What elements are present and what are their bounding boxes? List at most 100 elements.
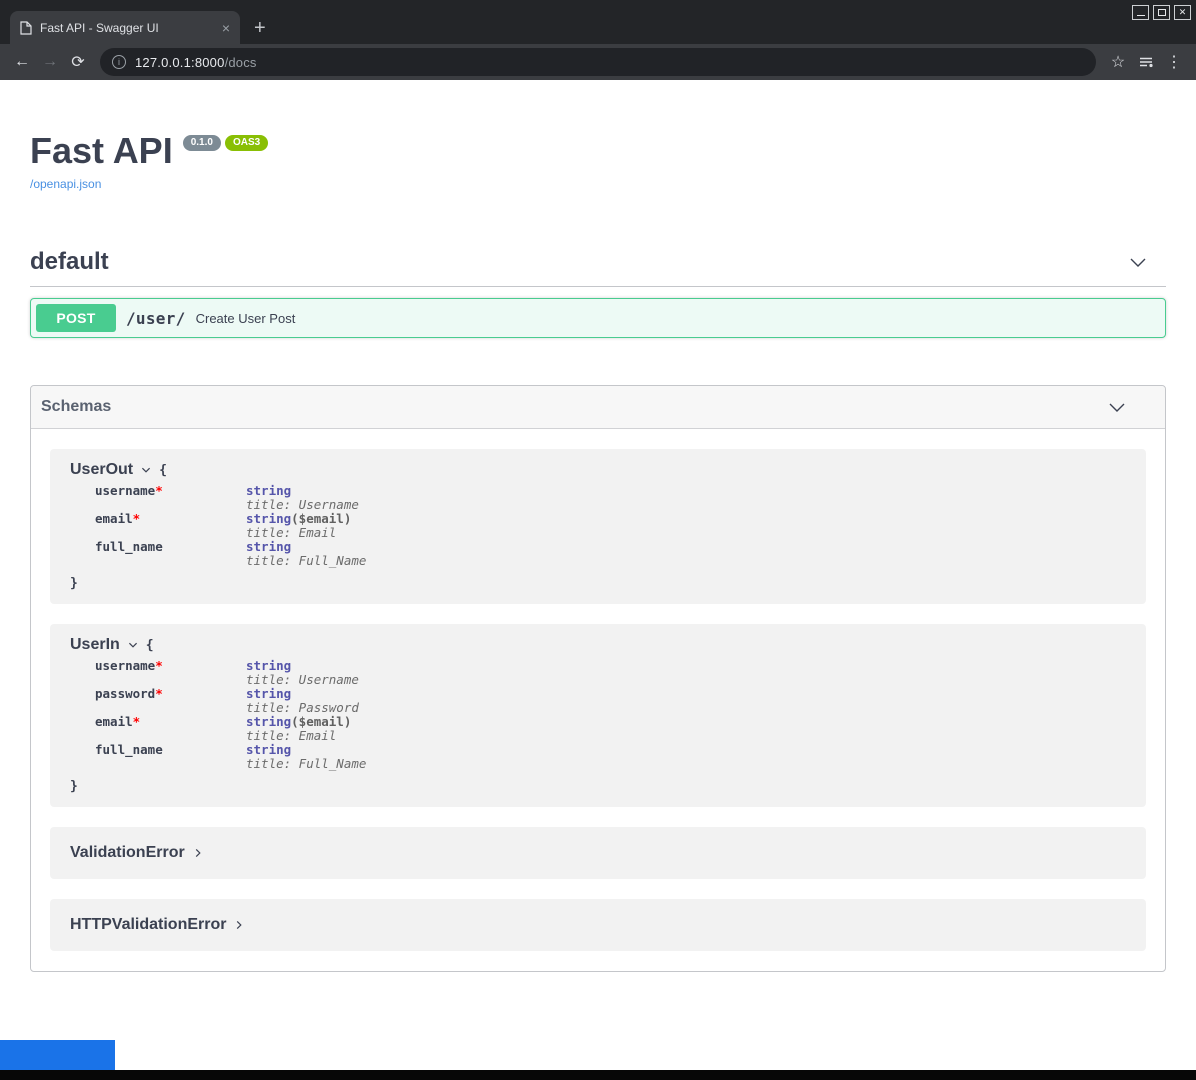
title-badges: 0.1.0 OAS3 — [183, 135, 268, 151]
property-desc-cell: string($email) title: Email — [246, 512, 366, 540]
tag-section-default: default POST /user/ Create User Post — [30, 248, 1166, 338]
chevron-right-icon[interactable] — [192, 847, 204, 859]
close-button[interactable]: ✕ — [1174, 5, 1191, 20]
property-name: email — [95, 511, 133, 526]
property-title: title: Email — [246, 526, 366, 540]
model-userin: UserIn { username* string title: Usernam… — [50, 624, 1146, 807]
chevron-down-icon[interactable] — [127, 639, 139, 651]
url-address-bar[interactable]: i 127.0.0.1:8000/docs — [100, 48, 1096, 76]
model-userout-toggle[interactable]: UserOut { — [70, 461, 1126, 479]
minimize-icon — [1137, 15, 1145, 16]
maximize-button[interactable] — [1153, 5, 1170, 20]
openapi-spec-link[interactable]: /openapi.json — [30, 177, 101, 191]
chevron-down-icon[interactable] — [140, 464, 152, 476]
api-title-text: Fast API — [30, 133, 173, 169]
forward-icon: → — [36, 48, 64, 76]
tag-title: default — [30, 248, 109, 276]
property-type: string — [246, 511, 291, 526]
property-row: username* string title: Username — [95, 484, 366, 512]
url-text: 127.0.0.1:8000/docs — [135, 55, 257, 70]
property-type: string — [246, 658, 291, 673]
property-type: string — [246, 714, 291, 729]
swagger-ui: Fast API 0.1.0 OAS3 /openapi.json defaul… — [0, 80, 1196, 972]
browser-menu-icon[interactable]: ⋮ — [1160, 48, 1188, 76]
property-name: full_name — [95, 742, 163, 757]
property-format: ($email) — [291, 511, 351, 526]
property-title: title: Username — [246, 673, 366, 687]
required-star: * — [155, 658, 163, 673]
property-row: full_name string title: Full_Name — [95, 743, 366, 771]
url-path: /docs — [225, 55, 257, 70]
property-title: title: Full_Name — [246, 757, 366, 771]
property-row: username* string title: Username — [95, 659, 366, 687]
model-properties: username* string title: Username passwor… — [95, 659, 366, 771]
model-httpvalidationerror-toggle[interactable]: HTTPValidationError — [70, 916, 1126, 934]
property-row: full_name string title: Full_Name — [95, 540, 366, 568]
operation-post-user[interactable]: POST /user/ Create User Post — [30, 298, 1166, 338]
property-title: title: Email — [246, 729, 366, 743]
site-info-icon[interactable]: i — [112, 55, 126, 69]
reload-icon[interactable]: ⟳ — [64, 48, 92, 76]
required-star: * — [155, 686, 163, 701]
operation-path: /user/ — [126, 309, 186, 328]
property-format: ($email) — [291, 714, 351, 729]
chevron-down-icon[interactable] — [1107, 397, 1127, 417]
back-icon[interactable]: ← — [8, 48, 36, 76]
property-name: username — [95, 658, 155, 673]
reading-list-icon[interactable] — [1132, 48, 1160, 76]
method-badge: POST — [36, 304, 116, 332]
maximize-icon — [1158, 9, 1166, 16]
model-httpvalidationerror: HTTPValidationError — [50, 899, 1146, 951]
browser-window: ✕ Fast API - Swagger UI × + ← → ⟳ i 127.… — [0, 0, 1196, 1080]
model-properties: username* string title: Username email* … — [95, 484, 366, 568]
model-validationerror-toggle[interactable]: ValidationError — [70, 844, 1126, 862]
schemas-body: UserOut { username* string title: Userna… — [31, 429, 1165, 971]
property-name-cell: username* — [95, 659, 246, 687]
property-title: title: Password — [246, 701, 366, 715]
page-content: Fast API 0.1.0 OAS3 /openapi.json defaul… — [0, 80, 1196, 1070]
required-star: * — [133, 714, 141, 729]
window-titlebar: ✕ Fast API - Swagger UI × + — [0, 0, 1196, 44]
chevron-right-icon[interactable] — [233, 919, 245, 931]
new-tab-button[interactable]: + — [254, 18, 266, 38]
window-controls: ✕ — [1132, 5, 1191, 20]
model-name: UserOut — [70, 461, 133, 479]
page-title: Fast API 0.1.0 OAS3 — [30, 133, 1166, 169]
property-name-cell: full_name — [95, 743, 246, 771]
model-name: UserIn — [70, 636, 120, 654]
close-icon: ✕ — [1179, 8, 1187, 17]
reading-list-glyph — [1138, 54, 1154, 70]
property-name: username — [95, 483, 155, 498]
property-type: string — [246, 686, 291, 701]
property-desc-cell: string title: Full_Name — [246, 540, 366, 568]
required-star: * — [155, 483, 163, 498]
chevron-down-icon[interactable] — [1128, 252, 1148, 272]
required-star: * — [133, 511, 141, 526]
property-title: title: Username — [246, 498, 366, 512]
property-desc-cell: string($email) title: Email — [246, 715, 366, 743]
minimize-button[interactable] — [1132, 5, 1149, 20]
window-bottom-edge — [0, 1070, 1196, 1080]
schemas-label: Schemas — [41, 398, 111, 416]
schemas-header[interactable]: Schemas — [31, 386, 1165, 429]
property-type: string — [246, 742, 291, 757]
schemas-section: Schemas UserOut { username* — [30, 385, 1166, 972]
brace-open: { — [146, 638, 154, 653]
property-name-cell: full_name — [95, 540, 246, 568]
property-desc-cell: string title: Password — [246, 687, 366, 715]
tab-close-icon[interactable]: × — [222, 21, 230, 35]
brace-open: { — [159, 463, 167, 478]
model-userin-toggle[interactable]: UserIn { — [70, 636, 1126, 654]
oas3-badge: OAS3 — [225, 135, 268, 151]
tag-default-header[interactable]: default — [30, 248, 1166, 287]
model-name: HTTPValidationError — [70, 916, 226, 934]
property-name: password — [95, 686, 155, 701]
api-info: Fast API 0.1.0 OAS3 /openapi.json — [30, 133, 1166, 193]
brace-close: } — [70, 576, 1126, 591]
property-type: string — [246, 539, 291, 554]
url-host: 127.0.0.1:8000 — [135, 55, 225, 70]
page-favicon-icon — [20, 21, 32, 35]
browser-tab-active[interactable]: Fast API - Swagger UI × — [10, 11, 240, 44]
bookmark-star-icon[interactable]: ☆ — [1104, 48, 1132, 76]
property-name-cell: password* — [95, 687, 246, 715]
